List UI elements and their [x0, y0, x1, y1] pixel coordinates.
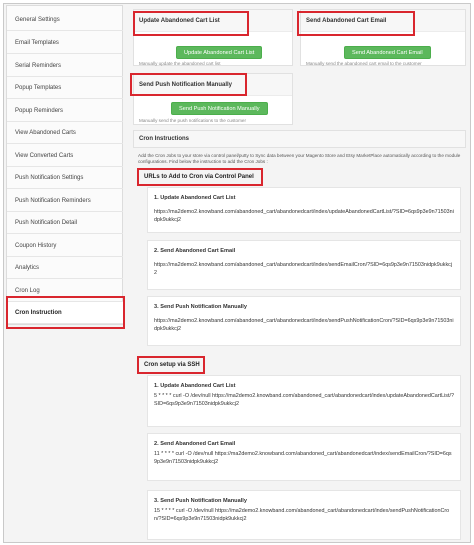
sidebar-item-view-abandoned-carts[interactable]: View Abandoned Carts — [7, 122, 123, 144]
url-item-title: 1. Update Abandoned Cart List — [154, 195, 236, 201]
ssh-item-value: 11 * * * * curl -O /dev/null https://ma2… — [154, 451, 452, 465]
sidebar-item-popup-reminders[interactable]: Popup Reminders — [7, 100, 123, 122]
ssh-item-value: 15 * * * * curl -O /dev/null https://ma2… — [154, 508, 450, 522]
highlight-box-push — [130, 73, 247, 96]
cron-instructions-title: Cron Instructions — [133, 130, 466, 148]
ssh-box-push-notification: 3. Send Push Notification Manually 15 * … — [147, 490, 461, 540]
sidebar-item-analytics[interactable]: Analytics — [7, 257, 123, 279]
highlight-box-ssh — [137, 356, 205, 374]
ssh-item-title: 1. Update Abandoned Cart List — [154, 383, 236, 389]
ssh-item-title: 2. Send Abandoned Cart Email — [154, 441, 236, 447]
ssh-item-title: 3. Send Push Notification Manually — [154, 498, 247, 504]
send-push-notification-button[interactable]: Send Push Notification Manually — [171, 102, 268, 115]
url-box-update-cart: 1. Update Abandoned Cart List https://ma… — [147, 187, 461, 233]
highlight-box-update-cart — [133, 11, 249, 36]
ssh-box-send-email: 2. Send Abandoned Cart Email 11 * * * * … — [147, 433, 461, 481]
update-abandoned-cart-button[interactable]: Update Abandoned Cart List — [176, 46, 263, 59]
url-box-send-email: 2. Send Abandoned Cart Email https://ma2… — [147, 240, 461, 290]
url-item-value: https://ma2demo2.knowband.com/abandoned_… — [154, 209, 454, 223]
url-item-title: 2. Send Abandoned Cart Email — [154, 248, 236, 254]
url-item-value: https://ma2demo2.knowband.com/abandoned_… — [154, 262, 453, 276]
sidebar-item-popup-templates[interactable]: Popup Templates — [7, 77, 123, 99]
sidebar-item-serial-reminders[interactable]: Serial Reminders — [7, 55, 123, 77]
sidebar-item-email-templates[interactable]: Email Templates — [7, 32, 123, 54]
sidebar-item-view-converted-carts[interactable]: View Converted Carts — [7, 145, 123, 167]
sidebar-item-push-notification-detail[interactable]: Push Notification Detail — [7, 212, 123, 234]
highlight-box-send-email — [297, 11, 415, 36]
highlight-box-sidebar — [6, 296, 125, 329]
url-item-title: 3. Send Push Notification Manually — [154, 304, 247, 310]
card-hint: Manually send the abandoned cart email t… — [306, 61, 422, 66]
highlight-box-urls — [137, 168, 263, 186]
url-item-value: https://ma2demo2.knowband.com/abandoned_… — [154, 318, 454, 332]
sidebar-item-coupon-history[interactable]: Coupon History — [7, 235, 123, 257]
card-hint: Manually update the abandoned cart list — [139, 61, 221, 66]
sidebar-item-push-notification-settings[interactable]: Push Notification Settings — [7, 167, 123, 189]
main-content: Update Abandoned Cart List Update Abando… — [130, 6, 468, 543]
sidebar: General Settings Email Templates Serial … — [6, 5, 123, 325]
ssh-item-value: 5 * * * * curl -O /dev/null https://ma2d… — [154, 393, 454, 407]
card-hint: Manually send the push notifications to … — [139, 118, 246, 123]
cron-instructions-text: Add the Cron Jobs to your store via cont… — [138, 153, 461, 165]
sidebar-item-push-notification-reminders[interactable]: Push Notification Reminders — [7, 190, 123, 212]
ssh-box-update-cart: 1. Update Abandoned Cart List 5 * * * * … — [147, 375, 461, 427]
send-abandoned-cart-email-button[interactable]: Send Abandoned Cart Email — [344, 46, 431, 59]
url-box-push-notification: 3. Send Push Notification Manually https… — [147, 296, 461, 346]
sidebar-item-general-settings[interactable]: General Settings — [7, 9, 123, 31]
